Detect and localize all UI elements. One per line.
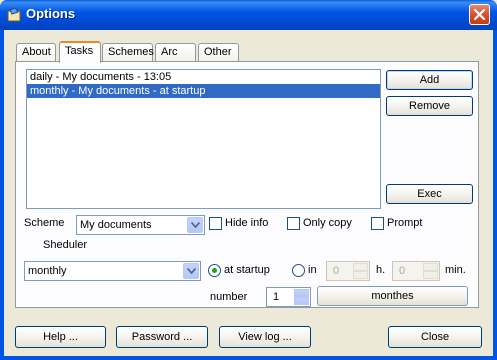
spin-up-icon[interactable]: [353, 263, 368, 271]
exec-button[interactable]: Exec: [386, 184, 473, 204]
remove-button[interactable]: Remove: [386, 96, 473, 116]
view-log-button[interactable]: View log ...: [219, 326, 311, 348]
close-window-button[interactable]: [469, 4, 490, 25]
close-button[interactable]: Close: [388, 326, 482, 348]
spin-up-icon[interactable]: [423, 263, 438, 271]
number-label: number: [210, 291, 248, 303]
spin-up-icon[interactable]: [294, 289, 309, 297]
scheme-select[interactable]: My documents: [76, 215, 205, 235]
window-title: Options: [26, 6, 76, 21]
title-bar[interactable]: Options: [0, 0, 497, 30]
hours-spinner-buttons[interactable]: [353, 263, 368, 279]
close-icon: [473, 8, 486, 21]
tab-arc[interactable]: Arc: [155, 43, 196, 62]
minutes-value: 0: [399, 265, 406, 277]
tab-about[interactable]: About: [16, 43, 56, 62]
tab-schemes[interactable]: Schemes: [102, 43, 154, 62]
prompt-checkbox[interactable]: [371, 217, 384, 230]
add-button[interactable]: Add: [386, 70, 473, 90]
tab-tasks[interactable]: Tasks: [59, 41, 101, 63]
options-window: Options About Tasks Schemes Arc Other da…: [0, 0, 497, 360]
minutes-spinner-buttons[interactable]: [423, 263, 438, 279]
hide-info-label: Hide info: [225, 217, 269, 229]
app-icon: [6, 7, 22, 23]
hide-info-checkbox[interactable]: [209, 217, 222, 230]
scheme-value: My documents: [80, 219, 152, 231]
period-unit-button[interactable]: monthes: [317, 286, 468, 306]
chevron-down-icon[interactable]: [183, 263, 199, 279]
hours-unit-label: h.: [376, 264, 386, 276]
only-copy-label: Only copy: [303, 217, 352, 229]
scheduler-group-label: Sheduler: [43, 239, 88, 251]
in-radio[interactable]: [292, 264, 305, 277]
chevron-down-icon[interactable]: [187, 217, 203, 233]
at-startup-label: at startup: [224, 264, 270, 276]
hours-value: 0: [333, 265, 340, 277]
tasks-listbox[interactable]: daily - My documents - 13:05 monthly - M…: [26, 69, 381, 209]
period-select[interactable]: monthly: [24, 261, 201, 281]
list-item[interactable]: daily - My documents - 13:05: [27, 70, 380, 84]
prompt-label: Prompt: [387, 217, 423, 229]
list-item[interactable]: monthly - My documents - at startup: [27, 84, 380, 98]
group-divider-right: [95, 244, 472, 245]
hours-spinner[interactable]: 0: [326, 261, 370, 281]
scheme-label: Scheme: [24, 217, 65, 229]
minutes-spinner[interactable]: 0: [392, 261, 440, 281]
spin-down-icon[interactable]: [294, 297, 309, 305]
spin-down-icon[interactable]: [353, 271, 368, 279]
at-startup-radio[interactable]: [208, 264, 221, 277]
period-value: monthly: [28, 265, 67, 277]
password-button[interactable]: Password ...: [116, 326, 208, 348]
tab-other[interactable]: Other: [198, 43, 239, 62]
in-label: in: [308, 264, 317, 276]
minutes-unit-label: min.: [445, 264, 466, 276]
only-copy-checkbox[interactable]: [287, 217, 300, 230]
help-button[interactable]: Help ...: [15, 326, 106, 348]
group-divider-left: [24, 244, 39, 245]
dialog-client: About Tasks Schemes Arc Other daily - My…: [4, 30, 493, 356]
number-spinner[interactable]: 1: [266, 287, 311, 307]
number-value: 1: [273, 291, 280, 303]
radio-selected-dot: [212, 268, 217, 273]
number-spinner-buttons[interactable]: [294, 289, 309, 305]
spin-down-icon[interactable]: [423, 271, 438, 279]
tasks-panel: daily - My documents - 13:05 monthly - M…: [15, 61, 479, 308]
